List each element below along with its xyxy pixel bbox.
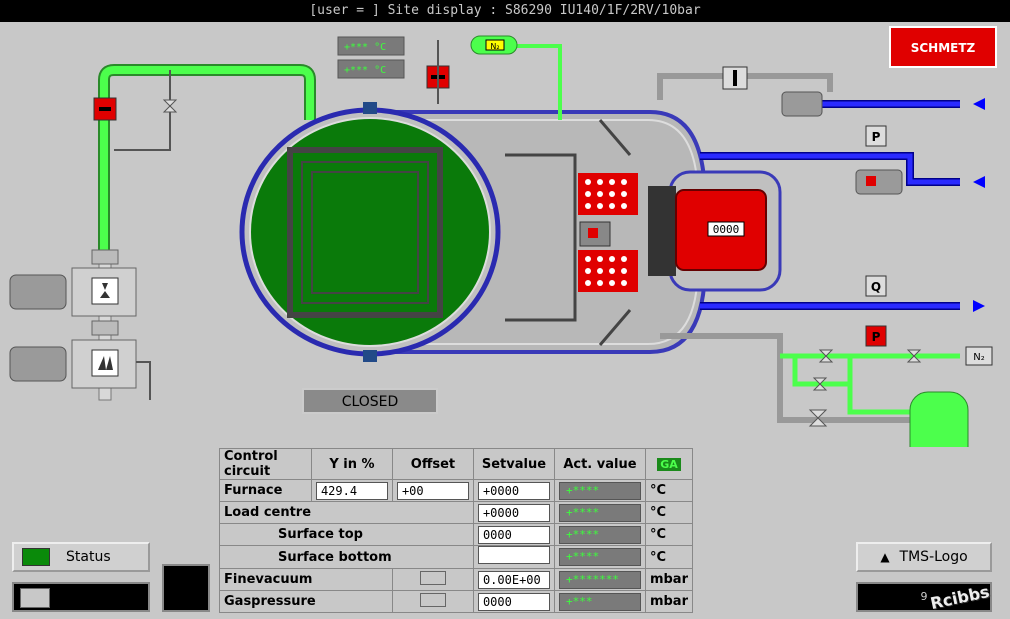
svg-text:+*** °C: +*** °C: [344, 42, 386, 53]
arrow-left-icon-2: [973, 176, 985, 188]
table-row: Gaspressure 0000 +*** mbar: [219, 590, 694, 613]
finevacuum-toggle[interactable]: [419, 570, 446, 585]
status-label: Status: [66, 549, 111, 565]
process-diagram: 0000 N₂ +*** °C +*** °C P Q P N₂ SCHMETZ…: [9, 26, 997, 447]
svg-text:Q: Q: [871, 280, 881, 294]
gaspressure-toggle[interactable]: [419, 592, 446, 607]
heater-value: 0000: [713, 223, 740, 236]
arrow-left-icon-1: [973, 98, 985, 110]
status-display: [12, 582, 150, 612]
svg-text:+*** °C: +*** °C: [344, 65, 386, 76]
svg-text:SCHMETZ: SCHMETZ: [911, 41, 976, 55]
tms-label: TMS-Logo: [899, 549, 968, 565]
setvalue-input[interactable]: 0000: [477, 592, 550, 611]
setvalue-input[interactable]: 0000: [477, 525, 550, 544]
control-table: Control circuit Y in % Offset Setvalue A…: [219, 448, 694, 613]
gas-tank: [909, 391, 969, 447]
y-input[interactable]: 429.4: [315, 481, 388, 500]
row-name: Gaspressure: [219, 590, 393, 613]
row-name: Furnace: [219, 479, 312, 502]
actvalue-readout: +****: [558, 525, 641, 544]
svg-text:CLOSED: CLOSED: [342, 394, 399, 410]
setvalue-input[interactable]: 0.00E+00: [477, 570, 550, 589]
actvalue-readout: +****: [558, 503, 641, 522]
tms-value: 9: [920, 590, 928, 603]
svg-text:N₂: N₂: [490, 42, 499, 51]
row-name: Load centre: [219, 501, 474, 524]
table-row: Finevacuum 0.00E+00 +******* mbar: [219, 568, 694, 591]
svg-text:N₂: N₂: [973, 352, 985, 363]
svg-text:P: P: [872, 130, 881, 144]
status-button[interactable]: Status: [12, 542, 150, 572]
setvalue-input[interactable]: +0000: [477, 503, 550, 522]
table-row: Load centre +0000 +**** °C: [219, 501, 694, 524]
status-led-icon: [22, 548, 50, 566]
header-setvalue: Setvalue: [472, 448, 555, 480]
table-row: Surface top 0000 +**** °C: [219, 523, 694, 546]
row-name: Surface bottom: [219, 545, 474, 569]
actvalue-readout: +****: [558, 481, 641, 500]
header-actvalue: Act. value: [553, 448, 646, 480]
arrow-right-icon: [973, 300, 985, 312]
unit: °C: [644, 523, 694, 546]
status-indicator: [20, 588, 50, 608]
vacuum-pump-stack: [9, 249, 151, 401]
header-ga: GA: [644, 448, 694, 480]
unit: °C: [644, 501, 694, 524]
unit: °C: [644, 479, 694, 502]
actvalue-readout: +***: [558, 592, 641, 611]
setvalue-input[interactable]: +0000: [477, 481, 550, 500]
table-row: Surface bottom +**** °C: [219, 545, 694, 569]
actvalue-readout: +*******: [558, 570, 641, 589]
header-y: Y in %: [310, 448, 393, 480]
row-name: Surface top: [219, 523, 474, 546]
table-header-row: Control circuit Y in % Offset Setvalue A…: [219, 448, 694, 480]
unit: mbar: [644, 590, 694, 613]
setvalue-input[interactable]: [477, 546, 550, 564]
table-row: Furnace 429.4 +00 +0000 +**** °C: [219, 479, 694, 502]
header-offset: Offset: [391, 448, 474, 480]
unit: °C: [644, 545, 694, 569]
window-title: [user = ] Site display : S86290 IU140/1F…: [0, 0, 1010, 22]
alarm-display: [162, 564, 210, 612]
n2-line-top: [515, 44, 562, 120]
unit: mbar: [644, 568, 694, 591]
row-name: Finevacuum: [219, 568, 393, 591]
ga-badge[interactable]: GA: [657, 457, 681, 471]
svg-text:P: P: [872, 330, 881, 344]
arrow-up-icon: ▲: [880, 550, 890, 564]
water-pump-1: [781, 91, 823, 117]
header-circuit: Control circuit: [219, 448, 312, 480]
furnace-vessel: [239, 102, 707, 362]
actvalue-readout: +****: [558, 548, 641, 566]
valve-hand-left[interactable]: [162, 99, 178, 113]
water-pump-2: [855, 169, 903, 195]
offset-input[interactable]: +00: [396, 481, 469, 500]
tms-logo-button[interactable]: ▲ TMS-Logo: [856, 542, 992, 572]
